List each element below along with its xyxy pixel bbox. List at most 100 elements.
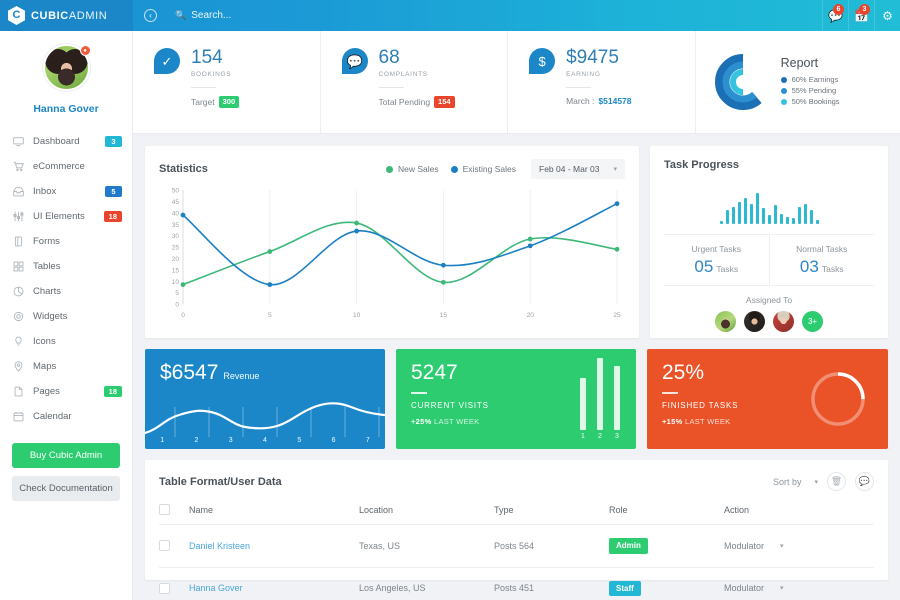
sidebar-item-charts[interactable]: Charts bbox=[0, 279, 132, 304]
legend-label: Existing Sales bbox=[462, 164, 516, 174]
legend-existing-sales: Existing Sales bbox=[450, 164, 516, 174]
messages-icon[interactable]: 💬 6 bbox=[822, 0, 848, 31]
calendar-badge: 3 bbox=[859, 4, 870, 15]
stat-foot-pill: 154 bbox=[434, 96, 455, 108]
assigned-avatars: 3+ bbox=[664, 311, 874, 332]
task-bar bbox=[719, 221, 723, 224]
assignee-avatar[interactable] bbox=[715, 311, 736, 332]
pin-icon bbox=[13, 361, 24, 372]
task-bar bbox=[761, 208, 765, 224]
svg-text:20: 20 bbox=[172, 256, 180, 263]
task-bar bbox=[725, 210, 729, 224]
stat-foot-label: Total Pending bbox=[378, 96, 431, 107]
svg-text:15: 15 bbox=[440, 312, 448, 319]
visits-bar-label: 3 bbox=[615, 433, 619, 440]
sidebar-item-label: Pages bbox=[33, 386, 60, 397]
finished-period: LAST WEEK bbox=[684, 417, 731, 426]
messages-badge: 6 bbox=[833, 4, 844, 15]
visits-delta: +25% bbox=[411, 417, 432, 426]
stat-card-earning: $ $9475 EARNING March : $514578 bbox=[508, 31, 696, 133]
row-checkbox[interactable] bbox=[159, 540, 170, 552]
date-range-select[interactable]: Feb 04 - Mar 03 ▾ bbox=[531, 159, 625, 179]
cell-role: Staff bbox=[609, 567, 724, 600]
user-name-link[interactable]: Hanna Gover bbox=[189, 583, 243, 593]
assignee-avatar[interactable] bbox=[773, 311, 794, 332]
table-header-row: Name Location Type Role Action bbox=[159, 504, 874, 525]
table-body: Daniel Kristeen Texas, US Posts 564 Admin Mo… bbox=[159, 524, 874, 600]
statistics-title: Statistics bbox=[159, 163, 208, 175]
sidebar-item-pages[interactable]: Pages 18 bbox=[0, 379, 132, 404]
check-documentation-button[interactable]: Check Documentation bbox=[12, 476, 120, 501]
sidebar-item-dashboard[interactable]: Dashboard 3 bbox=[0, 129, 132, 154]
sidebar-item-badge: 18 bbox=[103, 385, 122, 398]
task-bars-chart bbox=[664, 184, 874, 224]
settings-icon[interactable]: ⚙ bbox=[874, 0, 900, 31]
sidebar-item-widgets[interactable]: Widgets bbox=[0, 304, 132, 329]
action-dropdown[interactable]: Modulator ▾ bbox=[724, 583, 874, 593]
task-bar bbox=[779, 214, 783, 224]
avatar[interactable]: ● bbox=[42, 44, 91, 91]
search-input[interactable] bbox=[191, 10, 342, 21]
stat-value: $9475 bbox=[566, 47, 619, 68]
cell-action: Modulator ▾ bbox=[724, 567, 874, 600]
settings-glyph: ⚙ bbox=[882, 8, 893, 23]
revenue-amount: $6547 bbox=[160, 361, 219, 384]
report-legend-item: 50% Bookings bbox=[780, 97, 840, 106]
sidebar-collapse-icon[interactable]: ‹ bbox=[144, 9, 157, 22]
task-bar bbox=[773, 205, 777, 224]
revenue-axis-labels: 1 2 3 4 5 6 7 bbox=[145, 437, 385, 444]
current-visits-tile: 5247 CURRENT VISITS +25% LAST WEEK 123 bbox=[396, 349, 636, 449]
task-bar bbox=[755, 193, 759, 224]
stat-footer: Target 300 bbox=[191, 96, 240, 108]
brand[interactable]: C CUBICADMIN bbox=[0, 0, 133, 31]
cubic-logo-icon: C bbox=[8, 6, 25, 25]
sidebar-item-ecommerce[interactable]: eCommerce bbox=[0, 154, 132, 179]
sidebar-item-forms[interactable]: Forms bbox=[0, 229, 132, 254]
legend-label: 50% Bookings bbox=[791, 97, 840, 106]
gear-icon bbox=[13, 311, 24, 322]
urgent-value-unit: Tasks bbox=[716, 264, 739, 274]
normal-tasks-label: Normal Tasks bbox=[796, 244, 848, 254]
svg-text:20: 20 bbox=[527, 312, 535, 319]
report-legend-item: 55% Pending bbox=[780, 86, 840, 95]
revenue-unit: Revenue bbox=[223, 371, 260, 381]
sidebar-item-badge: 18 bbox=[103, 210, 122, 223]
calendar-icon[interactable]: 📅 3 bbox=[848, 0, 874, 31]
sidebar-item-icons[interactable]: Icons bbox=[0, 329, 132, 354]
svg-text:10: 10 bbox=[172, 279, 180, 286]
stat-card-complaints: 💬 68 COMPLAINTS Total Pending 154 bbox=[321, 31, 509, 133]
check-shield-icon: ✓ bbox=[154, 48, 180, 74]
delete-button[interactable]: 🗑 bbox=[827, 472, 846, 491]
sidebar-item-maps[interactable]: Maps bbox=[0, 354, 132, 379]
buy-cubic-admin-button[interactable]: Buy Cubic Admin bbox=[12, 443, 120, 468]
sort-by-select[interactable]: Sort by ▾ bbox=[773, 477, 818, 487]
user-name-link[interactable]: Daniel Kristeen bbox=[189, 541, 250, 551]
sidebar-item-ui-elements[interactable]: UI Elements 18 bbox=[0, 204, 132, 229]
assignee-more-badge[interactable]: 3+ bbox=[802, 311, 823, 332]
assignee-avatar[interactable] bbox=[744, 311, 765, 332]
chevron-down-icon: ▾ bbox=[814, 478, 818, 486]
topbar-actions: 💬 6 📅 3 ⚙ bbox=[822, 0, 900, 31]
select-all-checkbox[interactable] bbox=[159, 504, 170, 515]
statistics-header: Statistics New Sales Existing Sales Feb … bbox=[159, 159, 625, 179]
sidebar-item-tables[interactable]: Tables bbox=[0, 254, 132, 279]
sidebar-item-label: Inbox bbox=[33, 186, 57, 197]
sidebar-item-inbox[interactable]: Inbox 5 bbox=[0, 179, 132, 204]
sidebar-item-calendar[interactable]: Calendar bbox=[0, 404, 132, 429]
sidebar-item-label: Icons bbox=[33, 336, 56, 347]
bulb-icon bbox=[13, 336, 24, 347]
sidebar: ● Hanna Gover Dashboard 3 eCommerce Inbox 5 U… bbox=[0, 31, 133, 600]
task-bar bbox=[803, 204, 807, 224]
svg-text:25: 25 bbox=[172, 245, 180, 252]
revenue-axis-label: 5 bbox=[297, 437, 302, 444]
legend-dot-icon bbox=[780, 76, 787, 83]
comment-button[interactable]: 💬 bbox=[855, 472, 874, 491]
sidebar-item-label: UI Elements bbox=[33, 211, 85, 222]
report-legend-item: 60% Earnings bbox=[780, 75, 840, 84]
svg-text:35: 35 bbox=[172, 222, 180, 229]
action-dropdown[interactable]: Modulator ▾ bbox=[724, 541, 874, 551]
row-checkbox[interactable] bbox=[159, 582, 170, 594]
search-box[interactable]: 🔍 bbox=[175, 10, 342, 21]
stat-foot-value: $514578 bbox=[598, 96, 632, 106]
task-progress-title: Task Progress bbox=[664, 159, 740, 171]
